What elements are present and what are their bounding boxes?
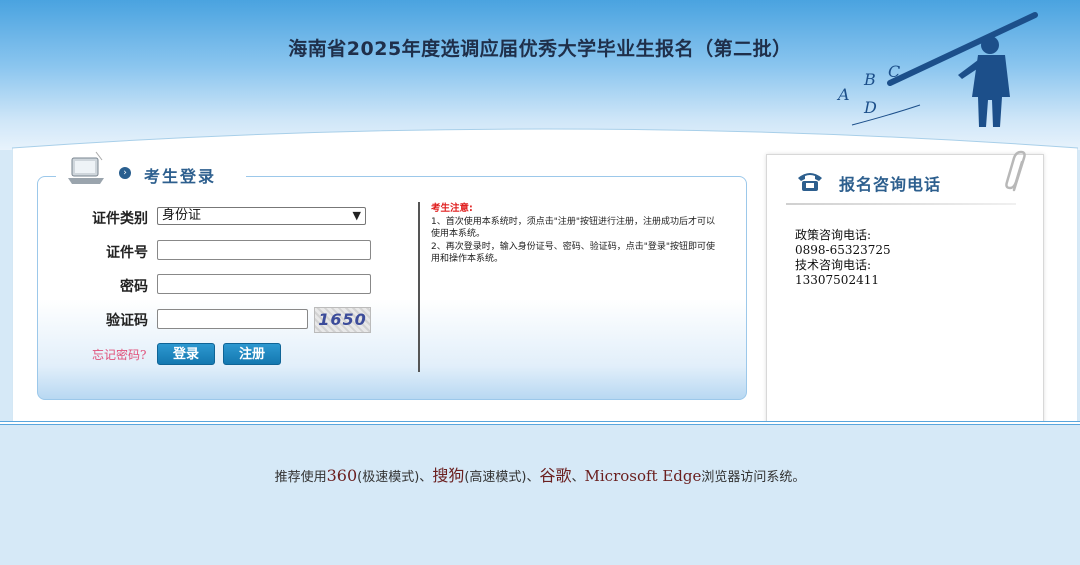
header-illustration: A B C D	[836, 12, 1038, 127]
footer-sep: 、	[571, 470, 585, 485]
footer-mode-2: (高速模式)、	[464, 470, 540, 485]
chevron-right-icon: ›	[119, 167, 131, 179]
browser-chrome: 谷歌	[539, 466, 572, 485]
id-type-select[interactable]: 身份证 ▼	[157, 207, 366, 225]
footer-mode-1: (极速模式)、	[357, 470, 433, 485]
browser-edge: Microsoft Edge	[584, 467, 702, 485]
notice-item: 2、再次登录时，输入身份证号、密码、验证码，点击"登录"按钮即可使用和操作本系统…	[431, 241, 716, 265]
captcha-input[interactable]	[157, 309, 308, 329]
footer-suffix: 浏览器访问系统。	[701, 470, 806, 485]
id-number-label: 证件号	[106, 245, 148, 261]
forgot-password-link[interactable]: 忘记密码?	[92, 346, 146, 363]
laptop-icon	[68, 151, 104, 184]
password-label: 密码	[120, 279, 148, 295]
art-letter-b: B	[863, 70, 876, 89]
tech-phone-label: 技术咨询电话:	[795, 258, 872, 272]
id-type-label: 证件类别	[92, 211, 148, 227]
register-button[interactable]: 注册	[223, 343, 281, 365]
notice-box: 考生注意: 1、首次使用本系统时，须点击"注册"按钮进行注册，注册成功后才可以使…	[431, 203, 723, 266]
captcha-image[interactable]: 1650	[314, 307, 371, 333]
paperclip-icon	[1005, 150, 1026, 192]
contact-title: 报名咨询电话	[839, 175, 942, 194]
tech-phone-number: 13307502411	[795, 273, 879, 287]
notice-title: 考生注意:	[431, 203, 473, 214]
id-type-value: 身份证	[162, 208, 202, 223]
policy-phone-number: 0898-65323725	[795, 243, 891, 257]
password-input[interactable]	[157, 274, 371, 294]
captcha-label: 验证码	[106, 313, 148, 329]
browser-sogou: 搜狗	[432, 466, 465, 485]
phone-icon	[798, 173, 822, 191]
contact-panel	[766, 154, 1044, 428]
art-letter-d: D	[863, 98, 877, 117]
policy-phone-label: 政策咨询电话:	[795, 228, 872, 242]
footer	[0, 425, 1080, 565]
panel-divider	[418, 202, 420, 372]
notice-item: 1、首次使用本系统时，须点击"注册"按钮进行注册，注册成功后才可以使用本系统。	[431, 216, 716, 240]
browser-recommendation: 推荐使用360(极速模式)、搜狗(高速模式)、谷歌、Microsoft Edge…	[0, 462, 1080, 486]
login-button[interactable]: 登录	[157, 343, 215, 365]
footer-prefix: 推荐使用	[274, 470, 327, 485]
browser-360: 360	[326, 466, 358, 485]
login-title: 考生登录	[144, 167, 217, 186]
contact-title-underline	[786, 203, 1016, 205]
art-letter-a: A	[836, 85, 850, 104]
chevron-down-icon: ▼	[352, 209, 361, 222]
art-letter-c: C	[888, 62, 900, 81]
id-number-input[interactable]	[157, 240, 371, 260]
